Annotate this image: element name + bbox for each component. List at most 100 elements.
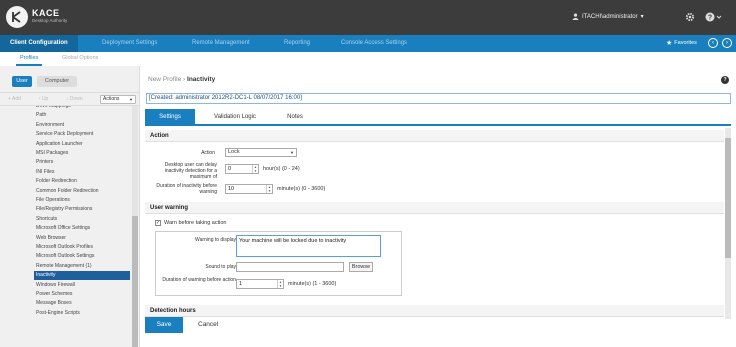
tree-item[interactable]: Microsoft Office Settings [34,224,130,233]
help-icon[interactable]: ? [705,12,715,22]
tree-item[interactable]: Remote Management (1) [34,262,130,271]
warn-duration-spinner[interactable]: ▲ ▼ [277,280,283,288]
user-icon [572,13,579,20]
action-select[interactable]: Lock ▼ [225,148,297,157]
title-current: Inactivity [187,76,216,83]
tree-item[interactable]: Environment [34,121,130,130]
nav-client-configuration[interactable]: Client Configuration [0,35,78,52]
duration-input[interactable]: 10 ▲ ▼ [225,184,273,194]
tree-item[interactable]: Power Schemes [34,290,130,299]
warn-duration-label: Duration of warning before action [162,277,236,283]
actions-dropdown[interactable]: Actions ▼ [100,95,136,104]
user-caret-icon: ▾ [640,14,644,20]
top-bar: KACE Desktop Authority ITACHI\administra… [0,0,736,35]
delay-unit: hour(s) (0 - 24) [263,166,300,172]
cancel-button[interactable]: Cancel [198,317,218,333]
down-button[interactable]: ↓ Down [66,96,83,102]
tab-user[interactable]: User [12,76,32,87]
tree-scrollbar[interactable] [132,106,138,347]
tree-item[interactable]: Windows Firewall [34,281,130,290]
duration-spinner[interactable]: ▲ ▼ [266,185,272,193]
section-action: Action [145,130,724,142]
main-nav: Client Configuration Deployment Settings… [0,35,736,52]
tree-item[interactable]: Microsoft Outlook Settings [34,252,130,261]
up-button[interactable]: ↑ Up [38,96,48,102]
action-label: Action [201,150,215,156]
tab-settings[interactable]: Settings [145,109,195,126]
tree-item[interactable]: File Operations [34,196,130,205]
tree-item[interactable]: INI Files [34,168,130,177]
tree-item[interactable]: Folder Redirection [34,177,130,186]
tree-item[interactable]: File/Registry Permissions [34,205,130,214]
warn-duration-value: 1 [239,281,243,287]
tree-item[interactable]: Printers [34,158,130,167]
settings-content: Action Action Lock ▼ Desktop user can de… [145,128,724,319]
subtab-profiles[interactable]: Profiles [20,55,38,61]
subtab-global-options[interactable]: Global Options [62,55,98,61]
warning-display-textarea[interactable]: Your machine will be locked due to inact… [236,235,381,257]
warn-duration-unit: minute(s) (1 - 3600) [288,281,337,287]
tree-item[interactable]: Shortcuts [34,215,130,224]
tree-item[interactable]: MSI Packages [34,149,130,158]
tree-item[interactable]: Drive Mappings [34,106,130,111]
delay-value: 0 [228,166,232,172]
warn-checkbox[interactable]: ✓ [155,220,161,226]
nav-remote-management[interactable]: Remote Management [192,35,250,52]
element-tree: Drive Mappings Path Environment Service Pac… [0,106,130,347]
duration-label: Duration of inactivity before warning [156,183,217,195]
kace-logo-icon [12,11,21,23]
browse-button[interactable]: Browse [349,262,373,272]
tree-item[interactable]: Path [34,111,130,120]
content-scrollbar-thumb[interactable] [725,138,731,258]
tree-scrollbar-thumb[interactable] [132,216,138,347]
sound-input[interactable] [236,262,344,272]
back-arrow-icon[interactable]: ‹ [708,38,718,48]
user-menu[interactable]: ITACHI\administrator ▾ [572,13,644,20]
duration-unit: minute(s) (0 - 3600) [277,186,326,192]
kace-logo [6,6,28,28]
nav-console-access-settings[interactable]: Console Access Settings [341,35,407,52]
nav-deployment-settings[interactable]: Deployment Settings [102,35,157,52]
star-icon: ★ [666,40,673,47]
chevron-down-icon: ▼ [290,150,294,155]
content-scrollbar[interactable] [725,128,731,319]
sound-label: Sound to play [205,264,236,270]
warn-duration-input[interactable]: 1 ▲ ▼ [236,279,284,289]
tab-computer[interactable]: Computer [37,76,77,87]
tree-item[interactable]: Common Folder Redirection [34,187,130,196]
tree-item[interactable]: Post-Engine Scripts [34,309,130,318]
help-icon[interactable]: ? [721,76,729,84]
main-panel: New Profile › Inactivity ? [Created: adm… [143,66,736,347]
title-prefix: New Profile [148,76,182,83]
section-user-warning: User warning [145,202,724,214]
save-button[interactable]: Save [145,317,183,333]
section-detection-hours: Detection hours [145,305,724,317]
left-panel: User Computer + Add ↑ Up ↓ Down Actions … [0,66,140,347]
delay-label: Desktop user can delay inactivity detect… [164,162,217,180]
action-select-value: Lock [228,149,240,155]
favorites-label: Favorites [674,40,697,46]
brand-name: KACE [32,8,60,18]
add-button[interactable]: + Add [8,96,21,102]
created-info: [Created: administrator 2012R2-DC1-L 08/… [146,93,731,104]
actions-label: Actions [103,96,120,102]
forward-arrow-icon[interactable]: › [722,38,732,48]
delay-input[interactable]: 0 ▲ ▼ [225,164,259,174]
tab-notes[interactable]: Notes [275,109,315,126]
tree-toolbar: + Add ↑ Up ↓ Down Actions ▼ [0,92,140,106]
favorites-button[interactable]: ★ Favorites [666,35,697,52]
delay-spinner[interactable]: ▲ ▼ [252,165,258,173]
tab-validation-logic[interactable]: Validation Logic [205,109,265,126]
warning-options-box: Warning to display Your machine will be … [155,231,402,296]
nav-reporting[interactable]: Reporting [284,35,310,52]
tree-item[interactable]: Microsoft Outlook Profiles [34,243,130,252]
tree-item[interactable]: Message Boxes [34,299,130,308]
tree-item[interactable]: Web Browser [34,234,130,243]
tree-item[interactable]: Service Pack Deployment [34,130,130,139]
gear-icon[interactable] [685,12,695,22]
tree-item[interactable]: Application Launcher [34,140,130,149]
brand-subtitle: Desktop Authority [32,18,68,23]
tree-item[interactable]: Inactivity [34,271,130,281]
chevron-down-icon[interactable] [716,12,722,22]
warn-checkbox-label: Warn before taking action [164,220,227,226]
